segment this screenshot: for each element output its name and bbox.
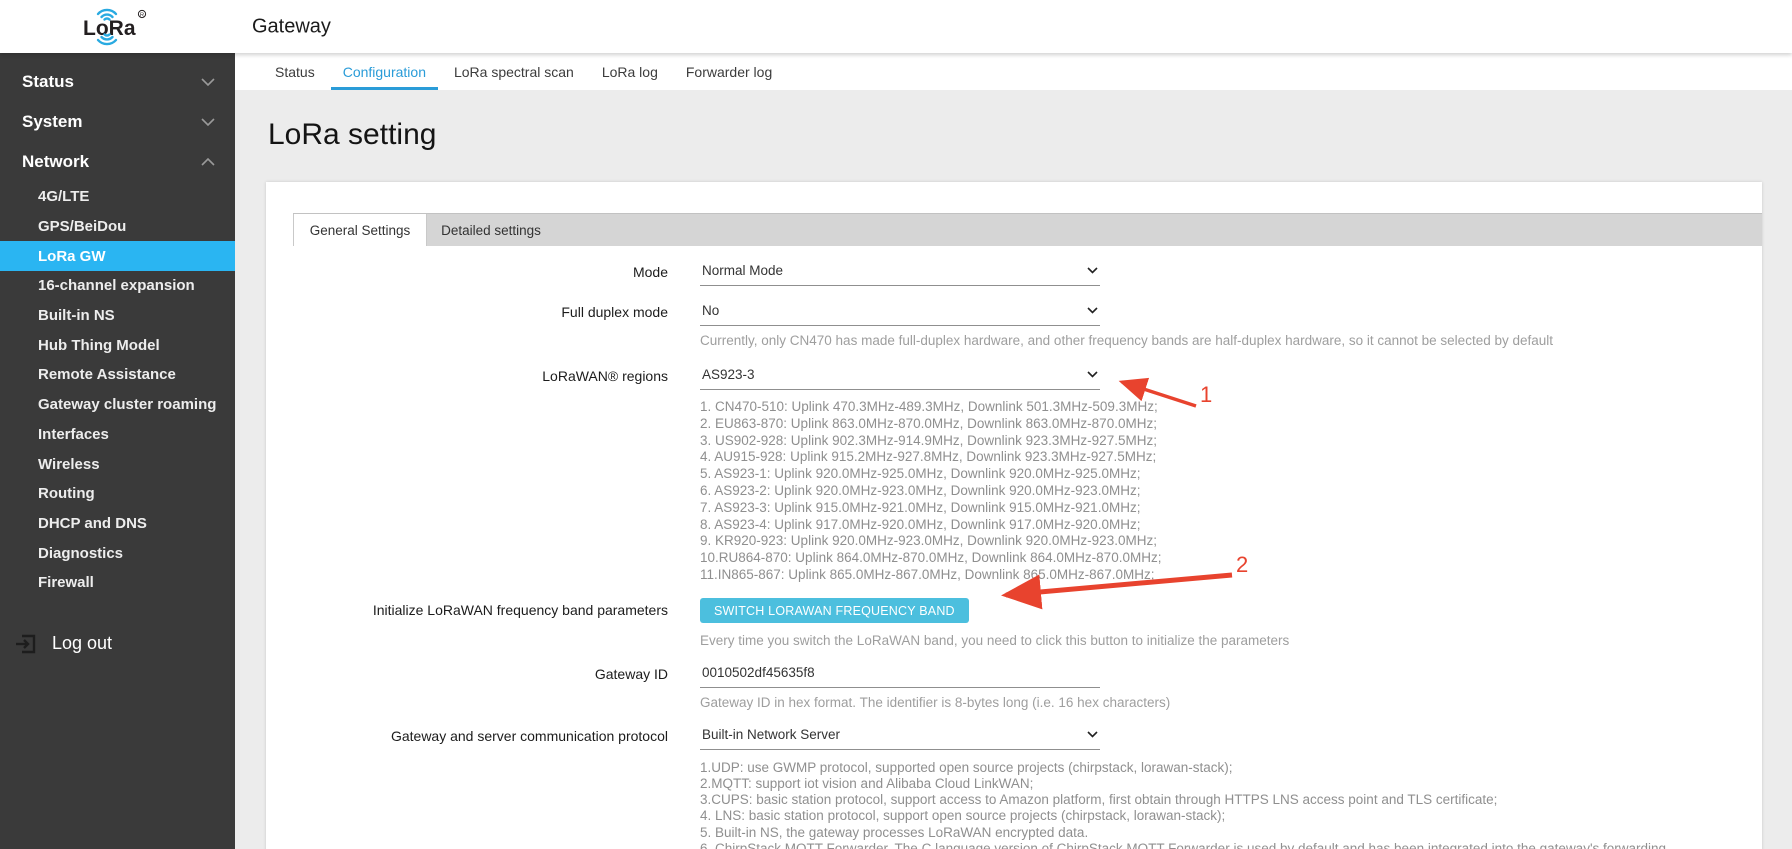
tab-detailed-settings[interactable]: Detailed settings — [427, 214, 555, 246]
top-tabbar: Status Configuration LoRa spectral scan … — [235, 53, 1792, 90]
lora-logo-icon: LoRa R — [83, 8, 146, 45]
page-title: LoRa setting — [268, 118, 437, 151]
mode-row: Mode Normal Mode — [294, 258, 1762, 286]
protocol-select-value: Built-in Network Server — [702, 726, 841, 742]
sidebar-item-label: System — [22, 112, 83, 131]
region-line: 9. KR920-923: Uplink 920.0MHz-923.0MHz, … — [700, 533, 1157, 549]
tab-lora-spectral-scan[interactable]: LoRa spectral scan — [442, 53, 586, 90]
region-line: 10.RU864-870: Uplink 864.0MHz-870.0MHz, … — [700, 550, 1162, 566]
sidebar-item-dhcp-and-dns[interactable]: DHCP and DNS — [0, 509, 235, 539]
page: LoRa R Gateway Status System Network 4G/… — [0, 0, 1792, 849]
tab-general-settings[interactable]: General Settings — [293, 214, 427, 246]
region-line: 1. CN470-510: Uplink 470.3MHz-489.3MHz, … — [700, 399, 1158, 414]
lora-logo: LoRa R — [0, 0, 235, 53]
protocol-label: Gateway and server communication protoco… — [390, 727, 668, 744]
sidebar-item-4g-lte[interactable]: 4G/LTE — [0, 182, 235, 212]
full-duplex-select[interactable]: No — [700, 298, 1100, 326]
sidebar-item-built-in-ns[interactable]: Built-in NS — [0, 301, 235, 331]
sidebar-network-submenu: 4G/LTE GPS/BeiDou LoRa GW 16-channel exp… — [0, 182, 235, 598]
protocol-help-line: 2.MQTT: support iot vision and Alibaba C… — [700, 775, 1034, 791]
svg-text:LoRa: LoRa — [83, 17, 136, 40]
gateway-id-row: Gateway ID Gateway ID in hex format. The… — [294, 659, 1762, 710]
full-duplex-row: Full duplex mode No Currently, only CN47… — [294, 298, 1762, 348]
regions-help-list: 1. CN470-510: Uplink 470.3MHz-489.3MHz, … — [700, 399, 1161, 584]
sidebar-item-routing[interactable]: Routing — [0, 479, 235, 509]
full-duplex-select-value: No — [702, 303, 720, 318]
logout-icon — [16, 634, 36, 653]
protocol-help-line: 5. Built-in NS, the gateway processes Lo… — [700, 824, 1089, 840]
region-line: 7. AS923-3: Uplink 915.0MHz-921.0MHz, Do… — [700, 499, 1141, 515]
region-line: 4. AU915-928: Uplink 915.2MHz-927.8MHz, … — [700, 449, 1157, 465]
gateway-id-label: Gateway ID — [594, 665, 668, 682]
gateway-id-help: Gateway ID in hex format. The identifier… — [700, 694, 1171, 710]
logout-button[interactable]: Log out — [0, 622, 235, 666]
sidebar-item-label: Status — [22, 72, 74, 91]
sidebar-item-firewall[interactable]: Firewall — [0, 568, 235, 598]
protocol-select[interactable]: Built-in Network Server — [700, 721, 1100, 750]
sidebar-item-wireless[interactable]: Wireless — [0, 449, 235, 479]
sidebar-item-network[interactable]: Network — [0, 142, 235, 182]
sidebar-item-gateway-cluster-roaming[interactable]: Gateway cluster roaming — [0, 390, 235, 420]
lora-settings-form: Mode Normal Mode Full duplex mode No Cur… — [266, 258, 1762, 849]
panel-tabstrip: General Settings Detailed settings — [293, 213, 1762, 246]
mode-select-value: Normal Mode — [702, 263, 784, 278]
regions-label: LoRaWAN® regions — [542, 368, 668, 384]
tab-configuration[interactable]: Configuration — [330, 53, 438, 90]
sidebar-item-remote-assistance[interactable]: Remote Assistance — [0, 360, 235, 390]
sidebar-item-system[interactable]: System — [0, 102, 235, 142]
gateway-id-field-wrap — [700, 659, 1100, 688]
mode-label: Mode — [632, 264, 668, 280]
regions-row: LoRaWAN® regions AS923-3 1. CN470-510: U… — [294, 362, 1762, 584]
sidebar-item-lora-gw[interactable]: LoRa GW — [0, 241, 235, 272]
sidebar-item-diagnostics[interactable]: Diagnostics — [0, 538, 235, 568]
app-header: LoRa R Gateway — [0, 0, 1792, 53]
protocol-help-list: 1.UDP: use GWMP protocol, supported open… — [700, 760, 1666, 849]
regions-select-value: AS923-3 — [702, 367, 755, 382]
init-band-help: Every time you switch the LoRaWAN band, … — [700, 632, 1290, 648]
sidebar-item-label: Network — [22, 152, 90, 171]
svg-text:R: R — [140, 12, 144, 18]
region-line: 6. AS923-2: Uplink 920.0MHz-923.0MHz, Do… — [700, 482, 1141, 498]
protocol-row: Gateway and server communication protoco… — [294, 721, 1762, 849]
tab-lora-log[interactable]: LoRa log — [590, 53, 670, 90]
sidebar-item-gps-beidou[interactable]: GPS/BeiDou — [0, 212, 235, 242]
chevron-down-icon — [1087, 307, 1098, 314]
chevron-down-icon — [201, 118, 215, 126]
protocol-help-line: 4. LNS: basic station protocol, support … — [700, 808, 1226, 824]
page-header-title: Gateway — [252, 15, 331, 37]
protocol-help-line: 1.UDP: use GWMP protocol, supported open… — [700, 759, 1233, 775]
sidebar: Status System Network 4G/LTE GPS/BeiDou … — [0, 53, 235, 849]
full-duplex-help: Currently, only CN470 has made full-dupl… — [700, 333, 1553, 348]
sidebar-item-status[interactable]: Status — [0, 62, 235, 102]
region-line: 3. US902-928: Uplink 902.3MHz-914.9MHz, … — [700, 432, 1157, 448]
region-line: 5. AS923-1: Uplink 920.0MHz-925.0MHz, Do… — [700, 466, 1141, 482]
sidebar-item-hub-thing-model[interactable]: Hub Thing Model — [0, 330, 235, 360]
region-line: 8. AS923-4: Uplink 917.0MHz-920.0MHz, Do… — [700, 516, 1141, 532]
gateway-id-input[interactable] — [702, 664, 1098, 680]
logout-label: Log out — [52, 633, 113, 654]
init-band-row: Initialize LoRaWAN frequency band parame… — [294, 597, 1762, 648]
tab-status[interactable]: Status — [263, 53, 327, 90]
protocol-help-line: 3.CUPS: basic station protocol, support … — [700, 792, 1498, 808]
chevron-down-icon — [1087, 371, 1098, 378]
region-line: 11.IN865-867: Uplink 865.0MHz-867.0MHz, … — [700, 566, 1155, 582]
protocol-help-line: 6. ChirpStack MQTT Forwarder. The C lang… — [700, 840, 1667, 849]
main-area: Status Configuration LoRa spectral scan … — [235, 53, 1792, 849]
regions-select[interactable]: AS923-3 — [700, 362, 1100, 390]
sidebar-item-interfaces[interactable]: Interfaces — [0, 420, 235, 450]
settings-card: General Settings Detailed settings Mode … — [266, 182, 1762, 849]
region-line: 2. EU863-870: Uplink 863.0MHz-870.0MHz, … — [700, 415, 1157, 431]
chevron-down-icon — [1087, 267, 1098, 274]
switch-lorawan-band-button[interactable]: SWITCH LORAWAN FREQUENCY BAND — [700, 597, 969, 623]
chevron-down-icon — [201, 78, 215, 86]
tab-forwarder-log[interactable]: Forwarder log — [674, 53, 784, 90]
init-band-label: Initialize LoRaWAN frequency band parame… — [372, 601, 668, 618]
chevron-up-icon — [201, 158, 215, 166]
full-duplex-label: Full duplex mode — [561, 304, 668, 320]
sidebar-item-16-channel-expansion[interactable]: 16-channel expansion — [0, 271, 235, 301]
mode-select[interactable]: Normal Mode — [700, 258, 1100, 286]
chevron-down-icon — [1087, 731, 1098, 738]
